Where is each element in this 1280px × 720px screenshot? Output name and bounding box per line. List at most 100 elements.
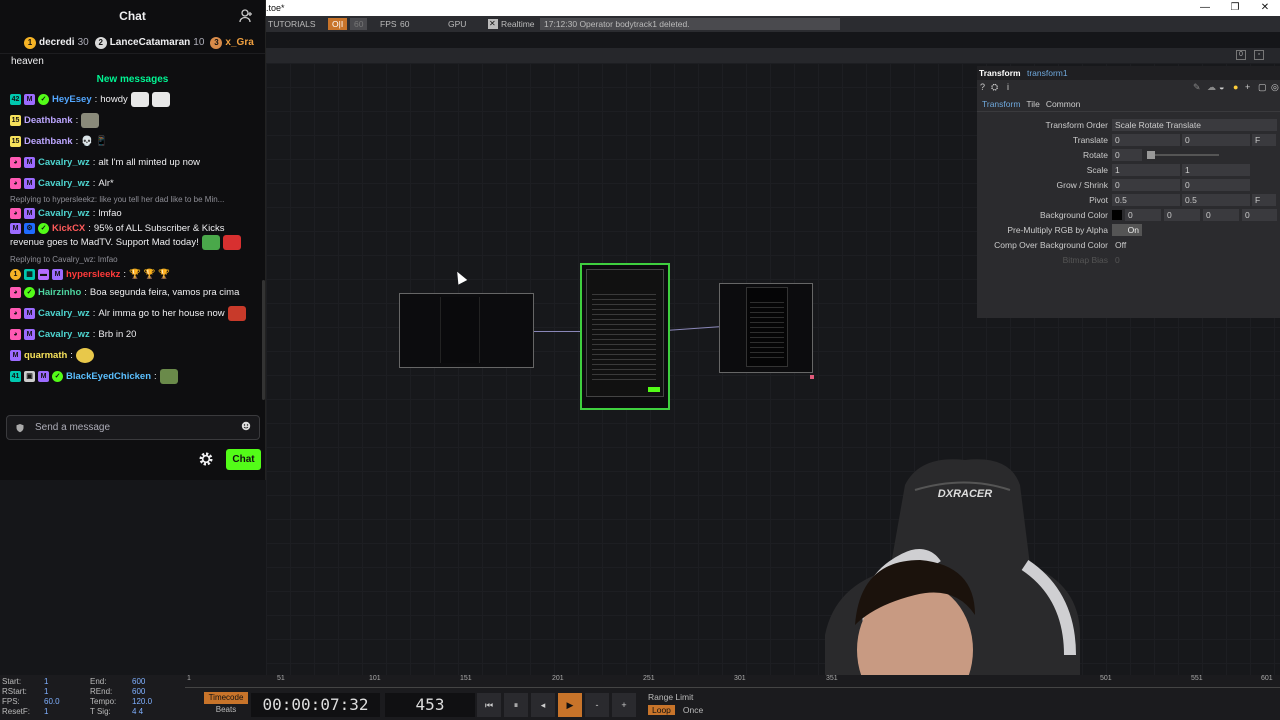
leaderboard-entry[interactable]: 1 decredi 30 <box>24 36 89 49</box>
loop-button[interactable]: Loop <box>648 705 675 715</box>
chat-username[interactable]: Deathbank <box>24 135 73 148</box>
realtime-checkbox-icon[interactable]: ✕ <box>488 19 498 29</box>
chat-username[interactable]: Hairzinho <box>38 286 81 299</box>
mod-badge-icon: M <box>24 329 35 340</box>
chat-username[interactable]: hypersleekz <box>66 268 120 281</box>
frame-display[interactable]: 453 <box>385 693 475 717</box>
help-icon[interactable]: ? <box>980 82 985 92</box>
rotate-field[interactable]: 0 <box>1112 149 1142 161</box>
fps-cap-field[interactable]: 60 <box>350 18 368 30</box>
chat-username[interactable]: BlackEyedChicken <box>66 370 151 383</box>
step-back-icon[interactable]: ◂ <box>531 693 555 717</box>
translate-y-field[interactable]: 0 <box>1182 134 1250 146</box>
minimize-icon[interactable]: — <box>1190 0 1220 16</box>
beats-mode-button[interactable]: Beats <box>204 704 248 716</box>
color-swatch[interactable] <box>1112 210 1122 220</box>
user-list-icon[interactable] <box>239 9 253 23</box>
pivot-unit-menu[interactable]: F <box>1252 194 1276 206</box>
step-minus-icon[interactable]: - <box>585 693 609 717</box>
emote-icon <box>201 235 220 250</box>
chat-username[interactable]: Cavalry_wz <box>38 207 90 220</box>
chat-username[interactable]: Deathbank <box>24 114 73 127</box>
chat-text: Alr* <box>98 178 114 189</box>
operator-name[interactable]: transform1 <box>1027 68 1068 78</box>
tab-common[interactable]: Common <box>1046 96 1080 111</box>
grow-y-field[interactable]: 0 <box>1182 179 1250 191</box>
timecode-mode-button[interactable]: Timecode <box>204 692 248 704</box>
timecode-display[interactable]: 00:00:07:32 <box>251 693 380 717</box>
tempo-value[interactable]: 120.0 <box>132 697 152 706</box>
end-value[interactable]: 600 <box>132 677 145 686</box>
bg-a-field[interactable]: 0 <box>1242 209 1277 221</box>
palette-icon[interactable]: ◒ <box>1219 82 1224 92</box>
rotate-slider-handle[interactable] <box>1147 151 1155 159</box>
send-chat-button[interactable]: Chat <box>226 449 261 470</box>
scale-x-field[interactable]: 1 <box>1112 164 1180 176</box>
node-preview <box>750 298 784 358</box>
pivot-x-field[interactable]: 0.5 <box>1112 194 1180 206</box>
add-icon[interactable]: + <box>1245 82 1250 92</box>
perform-toggle[interactable]: O|I <box>328 18 348 30</box>
param-premultiply: Pre-Multiply RGB by Alpha On <box>977 223 1280 237</box>
rewind-icon[interactable]: ⏮ <box>477 693 501 717</box>
chat-username[interactable]: Cavalry_wz <box>38 328 90 341</box>
start-value[interactable]: 1 <box>44 677 48 686</box>
chat-username[interactable]: HeyEsey <box>52 93 92 106</box>
emote-icon <box>159 369 178 384</box>
step-plus-icon[interactable]: + <box>612 693 636 717</box>
once-button[interactable]: Once <box>679 705 707 715</box>
leaderboard-entry[interactable]: 3 x_Gra <box>210 36 254 49</box>
chat-scrollbar[interactable] <box>262 280 265 400</box>
premultiply-toggle[interactable]: On <box>1112 224 1142 236</box>
operator-node[interactable] <box>399 293 534 368</box>
bg-b-field[interactable]: 0 <box>1203 209 1239 221</box>
chat-username[interactable]: quarmath <box>24 349 67 362</box>
resetf-value[interactable]: 1 <box>44 707 48 716</box>
comp-over-toggle[interactable]: Off <box>1112 239 1142 251</box>
play-icon[interactable]: ▶ <box>558 693 582 717</box>
tsig-value[interactable]: 4 4 <box>132 707 143 716</box>
color-icon[interactable]: ● <box>1233 82 1238 92</box>
leaderboard-entry[interactable]: 2 LanceCatamaran 10 <box>94 36 204 49</box>
fps-value[interactable]: 60.0 <box>44 697 60 706</box>
translate-x-field[interactable]: 0 <box>1112 134 1180 146</box>
bg-g-field[interactable]: 0 <box>1164 209 1200 221</box>
bg-r-field[interactable]: 0 <box>1125 209 1161 221</box>
chat-username[interactable]: Cavalry_wz <box>38 307 90 320</box>
chat-username[interactable]: Cavalry_wz <box>38 156 90 169</box>
rstart-value[interactable]: 1 <box>44 687 48 696</box>
pause-icon[interactable]: ⏸ <box>504 693 528 717</box>
settings-icon[interactable]: ◎ <box>1271 82 1279 93</box>
edit-icon[interactable]: ✎ <box>1193 82 1201 93</box>
rotate-slider[interactable] <box>1147 154 1219 156</box>
chat-title: Chat <box>119 9 146 23</box>
transform-order-menu[interactable]: Scale Rotate Translate <box>1112 119 1277 131</box>
settings-gear-icon[interactable] <box>198 451 215 468</box>
translate-unit-menu[interactable]: F <box>1252 134 1276 146</box>
grow-x-field[interactable]: 0 <box>1112 179 1180 191</box>
tab-tile[interactable]: Tile <box>1026 96 1039 111</box>
timeline-ruler[interactable]: 1 51 101 151 201 251 301 351 501 551 601 <box>185 675 1280 688</box>
leader-name: LanceCatamaran <box>109 37 191 48</box>
chat-username[interactable]: Cavalry_wz <box>38 177 90 190</box>
chat-username[interactable]: KickCX <box>52 222 85 235</box>
pivot-y-field[interactable]: 0.5 <box>1182 194 1250 206</box>
operator-node-selected[interactable] <box>580 263 670 410</box>
tutorials-button[interactable]: TUTORIALS <box>268 16 316 32</box>
restore-icon[interactable]: ❐ <box>1220 0 1250 16</box>
param-label: Rotate <box>1082 150 1108 160</box>
operator-node[interactable] <box>719 283 813 373</box>
scale-y-field[interactable]: 1 <box>1182 164 1250 176</box>
pane-split-icon[interactable]: 0 <box>1236 50 1246 60</box>
rend-value[interactable]: 600 <box>132 687 145 696</box>
info-icon[interactable]: i <box>1007 82 1009 92</box>
tab-transform[interactable]: Transform <box>982 96 1020 111</box>
pane-maximize-icon[interactable]: ▫ <box>1254 50 1264 60</box>
expand-icon[interactable]: ▢ <box>1258 82 1267 93</box>
comment-icon[interactable]: ☁ <box>1207 82 1216 93</box>
python-icon[interactable]: ⛭ <box>991 82 998 93</box>
chat-input[interactable]: Send a message <box>6 415 260 440</box>
close-icon[interactable]: ✕ <box>1250 0 1280 16</box>
emoji-icon[interactable] <box>241 421 251 434</box>
new-messages-divider: New messages <box>96 74 169 85</box>
